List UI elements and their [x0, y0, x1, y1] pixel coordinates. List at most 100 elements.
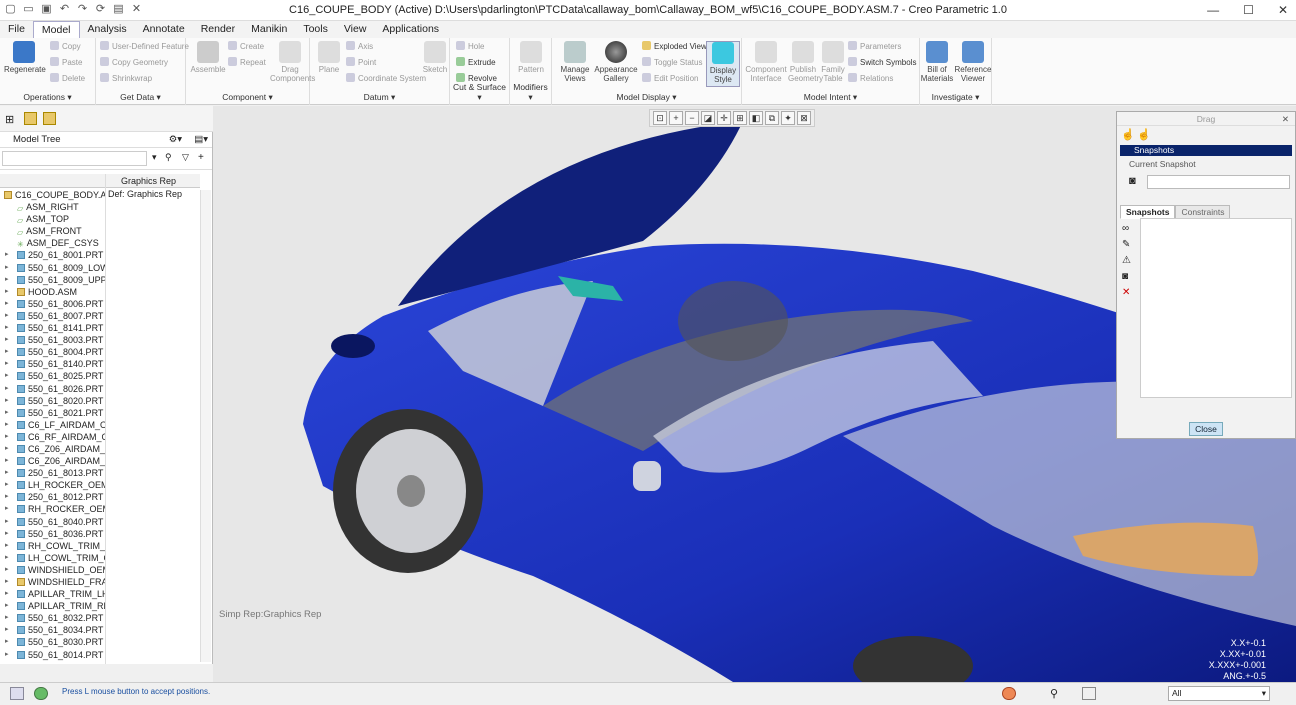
snapshots-section-header[interactable]: Snapshots: [1120, 145, 1292, 156]
tab-constraints[interactable]: Constraints: [1175, 205, 1231, 219]
expand-icon[interactable]: ▸: [5, 322, 9, 334]
repeat-button[interactable]: Repeat: [228, 57, 266, 69]
switch-symbols-button[interactable]: Switch Symbols: [848, 57, 916, 69]
tree-item[interactable]: ▸ 550_61_8004.PRT: [0, 346, 105, 358]
expand-icon[interactable]: ▸: [5, 249, 9, 261]
hole-button[interactable]: Hole: [456, 41, 484, 53]
tree-item[interactable]: ▸ 550_61_8020.PRT: [0, 395, 105, 407]
expand-icon[interactable]: ▸: [5, 310, 9, 322]
group-label-modifiers[interactable]: Modifiers ▾: [510, 82, 551, 103]
show-navigator-icon[interactable]: [10, 687, 24, 700]
tree-item[interactable]: ▸ WINDSHIELD_OEM: [0, 564, 105, 576]
expand-icon[interactable]: ▸: [5, 528, 9, 540]
tree-item[interactable]: ▸ 250_61_8013.PRT: [0, 467, 105, 479]
tree-item[interactable]: ▸ 550_61_8140.PRT: [0, 358, 105, 370]
expand-icon[interactable]: ▸: [5, 358, 9, 370]
regenerate-button[interactable]: Regenerate: [4, 41, 46, 74]
expand-icon[interactable]: ▸: [5, 286, 9, 298]
refit-icon[interactable]: ⊡: [653, 111, 667, 125]
expand-icon[interactable]: ▸: [5, 334, 9, 346]
display-style-button[interactable]: Display Style: [706, 41, 740, 87]
assemble-button[interactable]: Assemble: [188, 41, 228, 74]
expand-icon[interactable]: ▸: [5, 455, 9, 467]
pattern-button[interactable]: Pattern: [512, 41, 550, 74]
group-label-model-display[interactable]: Model Display ▾: [552, 92, 741, 103]
show-browser-icon[interactable]: [34, 687, 48, 700]
current-snapshot-input[interactable]: [1147, 175, 1290, 189]
tab-analysis[interactable]: Analysis: [80, 21, 135, 38]
import-snapshot-icon[interactable]: ⚠: [1122, 255, 1131, 266]
tab-view[interactable]: View: [336, 21, 375, 38]
body-drag-icon[interactable]: ☝: [1137, 128, 1151, 141]
tab-applications[interactable]: Applications: [374, 21, 447, 38]
tree-item[interactable]: ▱ ASM_FRONT: [0, 225, 105, 237]
expand-icon[interactable]: ▸: [5, 443, 9, 455]
relations-button[interactable]: Relations: [848, 73, 893, 85]
tree-item[interactable]: ▸ 550_61_8021.PRT: [0, 407, 105, 419]
tab-snapshots[interactable]: Snapshots: [1120, 205, 1176, 219]
point-drag-icon[interactable]: ☝: [1121, 128, 1135, 141]
tab-annotate[interactable]: Annotate: [135, 21, 193, 38]
expand-icon[interactable]: ▸: [5, 407, 9, 419]
udf-button[interactable]: User-Defined Feature: [100, 41, 189, 53]
tree-item[interactable]: ▸ 550_61_8009_UPP: [0, 274, 105, 286]
snapshot-camera-icon[interactable]: ◙: [1122, 271, 1131, 282]
folder-browser-tab-icon[interactable]: [24, 112, 37, 125]
expand-icon[interactable]: ▸: [5, 467, 9, 479]
exploded-view-button[interactable]: Exploded View: [642, 41, 707, 53]
expand-icon[interactable]: ▸: [5, 624, 9, 636]
expand-icon[interactable]: ▸: [5, 274, 9, 286]
csys-button[interactable]: Coordinate System: [346, 73, 426, 85]
expand-icon[interactable]: ▸: [5, 431, 9, 443]
drag-dialog-titlebar[interactable]: Drag ✕: [1117, 112, 1295, 126]
sketch-button[interactable]: Sketch: [420, 41, 450, 74]
tree-item[interactable]: ▸ APILLAR_TRIM_RH: [0, 600, 105, 612]
snapshot-list[interactable]: [1140, 218, 1292, 398]
datum-display-icon[interactable]: ⧉: [765, 111, 779, 125]
expand-icon[interactable]: ▸: [5, 298, 9, 310]
point-button[interactable]: Point: [346, 57, 376, 69]
tree-item[interactable]: ▸ 550_61_8014.PRT: [0, 649, 105, 661]
tree-item[interactable]: ▸ 550_61_8006.PRT: [0, 298, 105, 310]
find-icon[interactable]: ▾: [152, 152, 157, 163]
expand-icon[interactable]: ▸: [5, 262, 9, 274]
parameters-button[interactable]: Parameters: [848, 41, 901, 53]
tree-item[interactable]: ▸ HOOD.ASM: [0, 286, 105, 298]
expand-icon[interactable]: ▸: [5, 383, 9, 395]
named-views-icon[interactable]: ✛: [717, 111, 731, 125]
tree-item[interactable]: ▸ WINDSHIELD_FRA: [0, 576, 105, 588]
zoom-in-icon[interactable]: +: [669, 111, 683, 125]
plane-button[interactable]: Plane: [314, 41, 344, 74]
component-interface-button[interactable]: Component Interface: [744, 41, 788, 83]
tree-item[interactable]: ▸ 550_61_8003.PRT: [0, 334, 105, 346]
tab-tools[interactable]: Tools: [295, 21, 336, 38]
expand-icon[interactable]: ▸: [5, 540, 9, 552]
zoom-out-icon[interactable]: −: [685, 111, 699, 125]
close-button[interactable]: Close: [1189, 422, 1223, 436]
add-column-icon[interactable]: +: [198, 152, 204, 163]
expand-icon[interactable]: ▸: [5, 395, 9, 407]
expand-icon[interactable]: ▸: [5, 370, 9, 382]
tree-item[interactable]: ▸ 550_61_8030.PRT: [0, 636, 105, 648]
expand-icon[interactable]: ▸: [5, 419, 9, 431]
find-icon[interactable]: ⚲: [1050, 687, 1058, 700]
reference-viewer-button[interactable]: Reference Viewer: [954, 41, 992, 83]
tree-item[interactable]: ▸ 550_61_8032.PRT: [0, 612, 105, 624]
expand-icon[interactable]: ▸: [5, 552, 9, 564]
tree-item[interactable]: ▸ RH_ROCKER_OEM: [0, 503, 105, 515]
tree-item[interactable]: ▸ LH_ROCKER_OEM: [0, 479, 105, 491]
tree-search-input[interactable]: [2, 151, 147, 166]
tab-file[interactable]: File: [0, 21, 33, 38]
maximize-icon[interactable]: ☐: [1243, 3, 1254, 17]
tree-scrollbar[interactable]: [200, 190, 211, 662]
tree-settings-icon[interactable]: ⚙▾: [169, 132, 182, 148]
edit-snapshot-icon[interactable]: ✎: [1122, 239, 1131, 250]
tree-item[interactable]: ▸ 250_61_8001.PRT: [0, 249, 105, 261]
tree-item[interactable]: ▸ APILLAR_TRIM_LH: [0, 588, 105, 600]
expand-icon[interactable]: ▸: [5, 491, 9, 503]
group-label-get-data[interactable]: Get Data ▾: [96, 92, 185, 103]
spin-center-icon[interactable]: ✦: [781, 111, 795, 125]
favorites-tab-icon[interactable]: [43, 112, 56, 125]
model-tree-tab-icon[interactable]: ⊞: [5, 113, 14, 126]
tree-item[interactable]: ✳ ASM_DEF_CSYS: [0, 237, 105, 249]
